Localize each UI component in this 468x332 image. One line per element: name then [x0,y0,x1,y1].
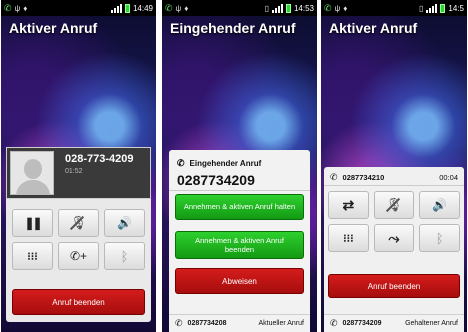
avatar [10,151,54,195]
mute-mic-icon: 🎙 [70,215,87,231]
call-card: 028-773-4209 01:52 ❚❚ 🎙 🔊 ⁝⁝⁝ ✆+ ᛒ Anruf… [6,147,151,322]
speaker-button[interactable]: 🔊 [104,209,145,237]
bluetooth-button[interactable]: ᛒ [104,242,145,270]
swap-calls-icon: ⇄ [342,196,355,213]
answer-end-button[interactable]: Annehmen & aktiven Anruf beenden [175,231,304,259]
battery-icon [124,3,130,13]
battery-icon [440,3,446,13]
speaker-icon: 🔊 [117,216,132,230]
status-time: 14:53 [293,3,314,13]
call-header: ✆ 0287734210 00:04 [330,172,458,183]
active-call-bar[interactable]: ✆ 0287734208 Aktueller Anruf [169,314,310,332]
notification-icon: ♦ [343,3,348,13]
dialpad-button[interactable]: ⁝⁝⁝ [328,224,369,252]
mute-button[interactable]: 🎙 [373,191,415,219]
end-call-button[interactable]: Anruf beenden [12,289,145,315]
call-card: ✆ 0287734210 00:04 ⇄ 🎙 🔊 ⁝⁝⁝ ⤳ ᛒ Anruf b… [324,167,464,332]
add-call-button[interactable]: ✆+ [58,242,99,270]
dialpad-icon: ⁝⁝⁝ [27,250,38,263]
dialpad-icon: ⁝⁝⁝ [343,232,354,245]
incoming-header: ✆ Eingehender Anruf [177,158,261,169]
phone-icon: ✆ [330,172,338,182]
held-call-bar[interactable]: ✆ 0287734209 Gehaltener Anruf [324,314,464,332]
call-indicator-icon: ✆ [165,2,173,13]
call-indicator-icon: ✆ [324,2,332,13]
screen-title: Aktiver Anruf [9,20,98,36]
caller-number: 028-773-4209 [65,153,134,165]
usb-icon: ψ [334,3,341,13]
pause-icon: ❚❚ [24,216,42,230]
bluetooth-icon: ᛒ [435,230,444,246]
merge-calls-icon: ⤳ [388,229,400,246]
signal-icon [271,3,283,13]
phone-icon: ✆ [330,318,338,328]
incoming-number: 0287734209 [177,172,255,188]
signal-icon [426,3,438,13]
screen-title: Aktiver Anruf [329,20,418,36]
divider [324,185,464,186]
hold-button[interactable]: ❚❚ [12,209,53,237]
add-call-icon: ✆+ [69,249,88,263]
screen-title: Eingehender Anruf [170,20,296,36]
call-number: 0287734210 [342,173,385,182]
dialpad-button[interactable]: ⁝⁝⁝ [12,242,53,270]
status-bar: ✆ ψ ♦ ▯ 14:5 [321,0,467,16]
mute-mic-icon: 🎙 [385,197,402,213]
speaker-icon: 🔊 [432,198,448,212]
battery-icon [285,3,291,13]
status-bar: ✆ ψ ♦ 14:49 [1,0,156,16]
held-call-number: 0287734209 [342,320,382,327]
signal-icon [110,3,122,13]
merge-calls-button[interactable]: ⤳ [373,224,415,252]
vibrate-icon: ▯ [419,3,424,13]
swap-calls-button[interactable]: ⇄ [328,191,369,219]
held-call-status: Gehaltener Anruf [405,320,458,327]
call-controls: ❚❚ 🎙 🔊 ⁝⁝⁝ ✆+ ᛒ [12,209,145,270]
speaker-button[interactable]: 🔊 [419,191,460,219]
incoming-card: ✆ Eingehender Anruf 0287734209 Annehmen … [169,150,310,332]
divider [169,190,310,191]
mute-button[interactable]: 🎙 [58,209,99,237]
call-controls: ⇄ 🎙 🔊 ⁝⁝⁝ ⤳ ᛒ [328,191,460,252]
phone-screen-incoming-call: ✆ ψ ♦ ▯ 14:53 Eingehender Anruf ✆ Eingeh… [162,0,317,332]
phone-icon: ✆ [177,158,185,168]
phone-screen-active-call: ✆ ψ ♦ 14:49 Aktiver Anruf 028-773-4209 0… [1,0,156,332]
answer-hold-button[interactable]: Annehmen & aktiven Anruf halten [175,194,304,220]
call-duration: 01:52 [65,168,83,175]
notification-icon: ♦ [184,3,189,13]
call-indicator-icon: ✆ [4,2,12,13]
bluetooth-icon: ᛒ [120,248,129,264]
phone-icon: ✆ [175,318,183,328]
end-call-button[interactable]: Anruf beenden [328,274,460,298]
call-duration: 00:04 [439,173,458,182]
status-time: 14:5 [448,3,464,13]
decline-button[interactable]: Abweisen [175,268,304,294]
bluetooth-button[interactable]: ᛒ [419,224,460,252]
usb-icon: ψ [175,3,182,13]
status-bar: ✆ ψ ♦ ▯ 14:53 [162,0,317,16]
vibrate-icon: ▯ [264,3,269,13]
usb-icon: ψ [14,3,21,13]
notification-icon: ♦ [23,3,28,13]
active-call-number: 0287734208 [187,320,227,327]
caller-info: 028-773-4209 01:52 [6,147,151,199]
active-call-status: Aktueller Anruf [258,320,304,327]
status-time: 14:49 [132,3,153,13]
incoming-header-label: Eingehender Anruf [189,159,262,168]
phone-screen-active-call-2: ✆ ψ ♦ ▯ 14:5 Aktiver Anruf ✆ 0287734210 … [321,0,467,332]
